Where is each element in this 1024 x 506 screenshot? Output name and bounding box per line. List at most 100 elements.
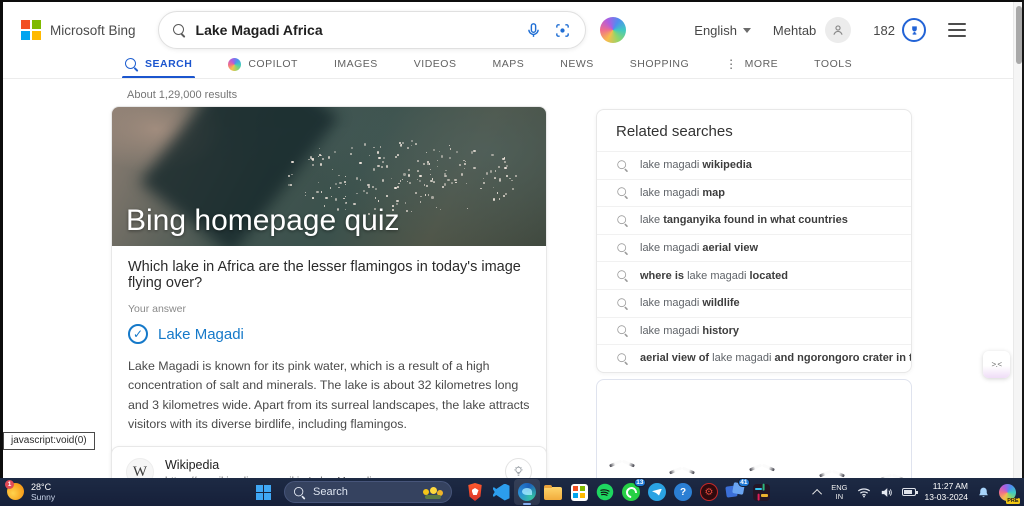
checkmark-icon bbox=[128, 324, 148, 344]
flamingo-bird-icon bbox=[819, 468, 845, 478]
chevron-down-icon bbox=[743, 28, 751, 33]
related-search-item[interactable]: lake magadi history bbox=[597, 317, 911, 345]
microphone-icon[interactable] bbox=[525, 22, 542, 39]
sun-icon: 1 bbox=[7, 483, 24, 500]
status-bar-link: javascript:void(0) bbox=[3, 432, 95, 450]
notification-bell-icon[interactable] bbox=[977, 486, 990, 499]
answer-text: Lake Magadi bbox=[158, 326, 244, 343]
search-box[interactable] bbox=[158, 11, 586, 49]
taskbar-app-vscode[interactable] bbox=[488, 479, 514, 505]
tab-maps[interactable]: MAPS bbox=[492, 50, 524, 78]
tab-news[interactable]: NEWS bbox=[560, 50, 594, 78]
red-gear-icon bbox=[700, 483, 718, 501]
weather-widget[interactable]: 1 28°C Sunny bbox=[0, 482, 55, 503]
scrollbar[interactable] bbox=[1013, 2, 1022, 478]
visual-search-icon[interactable] bbox=[554, 22, 571, 39]
quiz-hero-image[interactable]: Bing homepage quiz bbox=[112, 107, 546, 246]
more-dots-icon bbox=[725, 57, 738, 71]
bing-logo-text[interactable]: Microsoft Bing bbox=[50, 23, 136, 38]
user-name: Mehtab bbox=[773, 23, 816, 38]
microsoft-logo-icon[interactable] bbox=[21, 20, 41, 40]
browser-window: Microsoft Bing English Mehtab 182 bbox=[0, 0, 1024, 478]
search-icon bbox=[617, 326, 627, 336]
tab-shopping[interactable]: SHOPPING bbox=[630, 50, 689, 78]
taskbar-app-store[interactable] bbox=[566, 479, 592, 505]
copilot-tray-icon[interactable]: PRE bbox=[999, 484, 1016, 501]
taskbar-app-edge[interactable] bbox=[514, 479, 540, 505]
related-searches-card: Related searches lake magadi wikipediala… bbox=[596, 109, 912, 373]
weather-badge: 1 bbox=[5, 480, 14, 489]
search-input[interactable] bbox=[196, 22, 525, 38]
taskbar-app-explorer[interactable] bbox=[540, 479, 566, 505]
taskbar-app-teams[interactable]: 41 bbox=[722, 479, 748, 505]
taskbar-app-whatsapp[interactable]: 13 bbox=[618, 479, 644, 505]
windows-taskbar: 1 28°C Sunny Search 13 41 bbox=[0, 478, 1024, 506]
volume-icon[interactable] bbox=[880, 487, 893, 498]
tray-chevron-icon[interactable] bbox=[812, 488, 822, 498]
related-search-item[interactable]: aerial view of lake magadi and ngorongor… bbox=[597, 344, 911, 372]
hamburger-menu-icon[interactable] bbox=[948, 23, 966, 37]
folder-icon bbox=[544, 487, 562, 500]
search-icon bbox=[617, 160, 627, 170]
system-tray: ENG IN 11:27 AM 13-03-2024 PRE bbox=[815, 481, 1024, 502]
bing-header: Microsoft Bing English Mehtab 182 bbox=[3, 10, 1022, 50]
language-selector[interactable]: English bbox=[694, 23, 751, 38]
rewards-counter[interactable]: 182 bbox=[873, 18, 926, 42]
spotify-icon bbox=[596, 483, 614, 501]
related-search-item[interactable]: lake magadi map bbox=[597, 179, 911, 207]
related-searches-title: Related searches bbox=[597, 110, 911, 151]
tab-more[interactable]: MORE bbox=[725, 50, 778, 78]
tab-videos[interactable]: VIDEOS bbox=[414, 50, 457, 78]
wikipedia-title[interactable]: Wikipedia bbox=[165, 458, 372, 472]
taskbar-app-slack[interactable] bbox=[748, 479, 774, 505]
windows-icon bbox=[256, 485, 271, 500]
related-search-item[interactable]: lake magadi wikipedia bbox=[597, 151, 911, 179]
language-indicator[interactable]: ENG IN bbox=[831, 483, 847, 502]
rewards-points: 182 bbox=[873, 23, 895, 38]
battery-icon[interactable] bbox=[902, 488, 916, 496]
tab-images[interactable]: IMAGES bbox=[334, 50, 378, 78]
scrollbar-thumb[interactable] bbox=[1016, 6, 1022, 64]
quiz-title: Bing homepage quiz bbox=[126, 204, 400, 238]
help-chat-icon bbox=[674, 483, 692, 501]
search-highlight-image bbox=[421, 486, 445, 500]
clock-widget[interactable]: 11:27 AM 13-03-2024 bbox=[925, 481, 968, 502]
related-search-item[interactable]: lake tanganyika found in what countries bbox=[597, 206, 911, 234]
flamingo-bird-icon bbox=[609, 458, 635, 468]
search-icon bbox=[617, 243, 627, 253]
telegram-icon bbox=[648, 483, 666, 501]
taskbar-app-telegram[interactable] bbox=[644, 479, 670, 505]
related-search-item[interactable]: lake magadi aerial view bbox=[597, 234, 911, 262]
tray-date: 13-03-2024 bbox=[925, 492, 968, 503]
tab-search[interactable]: SEARCH bbox=[125, 50, 192, 78]
start-button[interactable] bbox=[250, 479, 276, 505]
taskbar-app-spotify[interactable] bbox=[592, 479, 618, 505]
extension-float-button[interactable]: >.< bbox=[983, 351, 1010, 378]
related-search-item[interactable]: lake magadi wildlife bbox=[597, 289, 911, 317]
lake-image-card[interactable] bbox=[596, 379, 912, 489]
rewards-icon bbox=[902, 18, 926, 42]
your-answer-label: Your answer bbox=[128, 303, 530, 315]
related-searches-list: lake magadi wikipedialake magadi maplake… bbox=[597, 151, 911, 372]
related-search-item[interactable]: where is lake magadi located bbox=[597, 261, 911, 289]
wifi-icon[interactable] bbox=[857, 487, 871, 498]
taskbar-search[interactable]: Search bbox=[284, 481, 452, 503]
search-icon bbox=[617, 298, 627, 308]
tab-copilot[interactable]: COPILOT bbox=[228, 50, 298, 78]
search-icon bbox=[173, 24, 186, 37]
user-account[interactable]: Mehtab bbox=[773, 17, 851, 43]
taskbar-app-brave[interactable] bbox=[462, 479, 488, 505]
copilot-pre-badge: PRE bbox=[1006, 498, 1020, 504]
taskbar-app-gethelp[interactable] bbox=[670, 479, 696, 505]
taskbar-search-icon bbox=[294, 486, 305, 497]
weather-temp: 28°C bbox=[31, 482, 55, 493]
tray-time: 11:27 AM bbox=[925, 481, 968, 492]
tab-tools[interactable]: TOOLS bbox=[814, 50, 852, 78]
copilot-logo-icon[interactable] bbox=[600, 17, 626, 43]
selected-answer[interactable]: Lake Magadi bbox=[128, 324, 530, 344]
results-count: About 1,29,000 results bbox=[127, 89, 237, 101]
header-divider bbox=[3, 78, 1022, 79]
taskbar-app-settings-red[interactable] bbox=[696, 479, 722, 505]
search-icon bbox=[617, 215, 627, 225]
weather-condition: Sunny bbox=[31, 492, 55, 502]
